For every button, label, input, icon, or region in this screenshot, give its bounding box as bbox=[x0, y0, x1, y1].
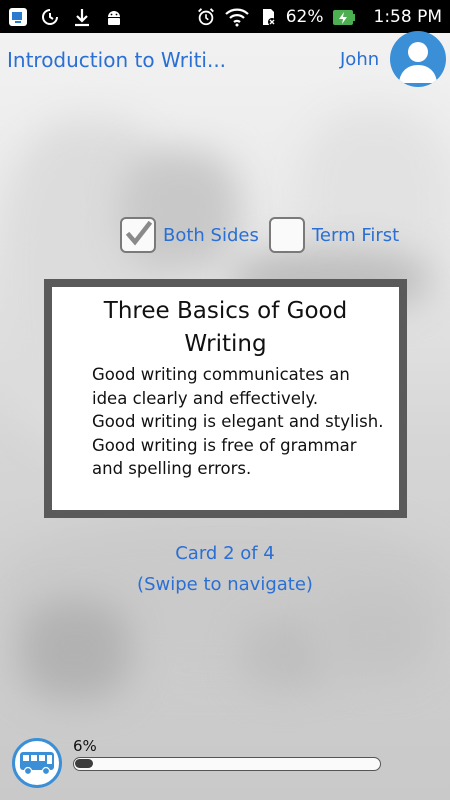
checkmark-icon bbox=[125, 220, 153, 246]
both-sides-label[interactable]: Both Sides bbox=[163, 225, 259, 246]
swipe-hint: (Swipe to navigate) bbox=[137, 574, 313, 595]
wifi-icon bbox=[224, 7, 250, 27]
battery-percent: 62% bbox=[285, 6, 324, 27]
card-body: Good writing communicates an idea clearl… bbox=[92, 363, 389, 481]
flash-card-face: Three Basics of Good Writing Good writin… bbox=[52, 287, 399, 510]
status-bar-right: 62% 1:58 PM bbox=[196, 7, 442, 27]
sd-card-icon bbox=[258, 7, 278, 27]
progress-percent: 6% bbox=[73, 737, 97, 755]
android-icon bbox=[104, 7, 124, 27]
card-options: Both Sides Term First bbox=[120, 217, 420, 255]
bus-icon bbox=[20, 752, 54, 776]
term-first-label[interactable]: Term First bbox=[312, 225, 399, 246]
term-first-checkbox[interactable] bbox=[269, 217, 305, 253]
battery-charging-icon bbox=[332, 7, 356, 27]
card-title: Three Basics of Good Writing bbox=[103, 298, 348, 357]
page-title[interactable]: Introduction to Writi... bbox=[7, 48, 232, 72]
status-bar-left bbox=[8, 7, 124, 27]
card-line: Good writing communicates an idea clearl… bbox=[92, 365, 350, 408]
both-sides-checkbox[interactable] bbox=[120, 217, 156, 253]
user-icon bbox=[399, 42, 437, 83]
app-header: Introduction to Writi... John bbox=[0, 31, 450, 89]
flash-card[interactable]: Three Basics of Good Writing Good writin… bbox=[44, 279, 407, 518]
progress-bar bbox=[73, 757, 381, 771]
username[interactable]: John bbox=[340, 49, 379, 70]
card-line: Good writing is free of grammar and spel… bbox=[92, 435, 357, 479]
status-bar: 62% 1:58 PM bbox=[0, 0, 450, 33]
clock: 1:58 PM bbox=[373, 6, 443, 27]
app-switch-icon bbox=[8, 7, 28, 27]
card-counter: Card 2 of 4 bbox=[175, 543, 275, 564]
alarm-icon bbox=[196, 7, 216, 27]
avatar[interactable] bbox=[390, 31, 446, 87]
card-line: Good writing is elegant and stylish. bbox=[92, 412, 384, 431]
sync-icon bbox=[40, 7, 60, 27]
download-icon bbox=[72, 7, 92, 27]
bus-button[interactable] bbox=[12, 738, 62, 788]
progress-fill bbox=[75, 759, 93, 768]
